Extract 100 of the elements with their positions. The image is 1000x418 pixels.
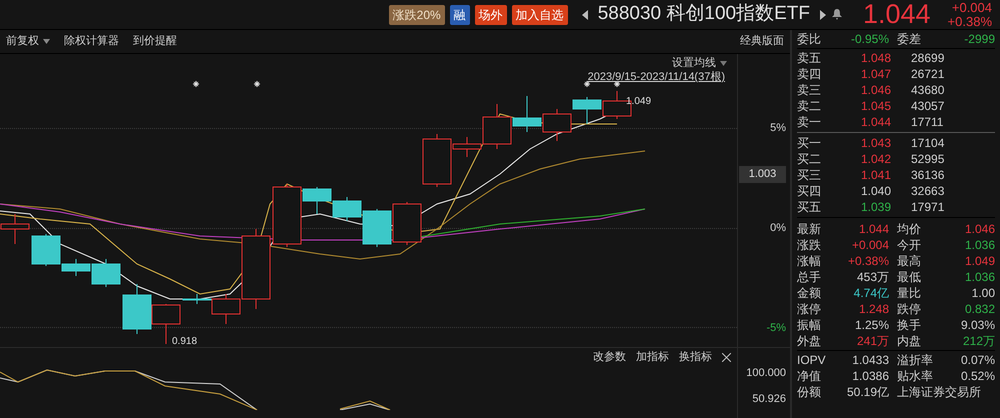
field-value: 241万 (856, 333, 889, 349)
candlestick (392, 202, 422, 246)
field-value: 1.036 (964, 269, 995, 285)
indicator-button[interactable]: 加指标 (636, 348, 669, 366)
asterisk-icon (584, 80, 590, 88)
layout-button[interactable]: 经典版面 (740, 33, 784, 50)
ask-price: 1.044 (860, 114, 891, 130)
tag-badge: 场外 (474, 4, 507, 24)
axis-label: 5% (770, 121, 786, 136)
field-label: 委比 (797, 31, 822, 47)
ask-price: 1.045 (860, 98, 891, 114)
asterisk-icon (254, 80, 260, 88)
field-label: 外盘 (797, 333, 822, 349)
field-label: 涨幅 (797, 253, 822, 269)
bid-volume: 17104 (910, 135, 946, 151)
ask-volume: 43680 (910, 82, 946, 98)
field-value: 9.03% (960, 317, 995, 333)
low-price-label: 0.918 (172, 335, 198, 349)
bid-volume: 36136 (910, 167, 946, 183)
bid-level-label: 买三 (797, 167, 822, 183)
next-arrow-icon[interactable] (818, 10, 827, 20)
security-title: 588030 科创100指数ETF (598, 2, 810, 26)
field-label: 最新 (797, 221, 822, 237)
field-value: 1.248 (858, 301, 889, 317)
field-value: -0.95% (850, 31, 889, 47)
field-value: -2999 (964, 31, 995, 47)
field-value: 1.25% (854, 317, 889, 333)
field-value: 1.046 (964, 221, 995, 237)
ask-level-label: 卖五 (797, 50, 822, 66)
bell-icon[interactable] (832, 9, 842, 20)
field-label: 最高 (896, 253, 922, 269)
tag-badge[interactable]: 加入自选 (512, 4, 568, 24)
candlestick (122, 284, 152, 334)
field-value: 1.0386 (851, 368, 889, 384)
close-icon[interactable] (722, 352, 731, 362)
field-label: IOPV (797, 352, 827, 368)
bid-price: 1.043 (860, 135, 891, 151)
ask-price: 1.046 (860, 82, 891, 98)
ask-price: 1.047 (860, 66, 891, 82)
field-label: 振幅 (797, 317, 822, 333)
bid-volume: 52995 (910, 151, 946, 167)
date-range-link[interactable]: 2023/9/15-2023/11/14(37根) (588, 69, 725, 86)
ask-volume: 43057 (910, 98, 946, 114)
field-label: 涨停 (797, 301, 822, 317)
toolbar-item[interactable]: 除权计算器 (64, 33, 119, 50)
field-label: 量比 (896, 285, 922, 301)
ma-settings-button[interactable]: 设置均线 (672, 55, 727, 72)
field-label: 最低 (896, 269, 922, 285)
field-label: 均价 (896, 221, 922, 237)
field-value: 0.52% (960, 368, 995, 384)
toolbar-item[interactable]: 到价提醒 (133, 33, 177, 50)
bid-volume: 17971 (910, 199, 946, 215)
bid-volume: 32663 (910, 183, 946, 199)
field-label: 溢折率 (896, 352, 934, 368)
ask-level-label: 卖二 (797, 98, 822, 114)
field-value: 0.832 (964, 301, 995, 317)
exchange-name: 上海证券交易所 (896, 384, 982, 400)
indicator-button[interactable]: 换指标 (679, 348, 712, 366)
bid-price: 1.042 (860, 151, 891, 167)
field-label: 涨跌 (797, 237, 822, 253)
indicator-button[interactable]: 改参数 (593, 348, 626, 366)
bid-level-label: 买五 (797, 199, 822, 215)
axis-label: 100.000 (746, 366, 786, 381)
field-value: +0.38% (846, 253, 889, 269)
axis-label: -5% (766, 321, 786, 336)
field-label: 委差 (896, 31, 922, 47)
field-value: 1.00 (970, 285, 995, 301)
field-label: 贴水率 (896, 368, 934, 384)
field-value: 1.049 (964, 253, 995, 269)
field-label: 内盘 (896, 333, 922, 349)
field-label: 净值 (797, 368, 822, 384)
axis-label: 0% (770, 221, 786, 236)
ask-level-label: 卖三 (797, 82, 822, 98)
caret-icon (720, 60, 727, 66)
asterisk-icon (614, 80, 620, 88)
field-value: 212万 (962, 333, 995, 349)
cursor-price-label: 1.003 (739, 166, 786, 182)
field-value: +0.004 (850, 237, 889, 253)
ask-volume: 17711 (910, 114, 944, 130)
bid-level-label: 买二 (797, 151, 822, 167)
ask-volume: 26721 (910, 66, 946, 82)
bid-level-label: 买一 (797, 135, 822, 151)
high-price-label: 1.049 (626, 95, 652, 109)
field-value: 4.74亿 (852, 285, 889, 301)
bid-price: 1.039 (860, 199, 891, 215)
field-value: 50.19亿 (846, 384, 889, 400)
field-label: 总手 (797, 269, 822, 285)
bid-price: 1.041 (860, 167, 891, 183)
field-value: 0.07% (960, 352, 995, 368)
candlestick (512, 96, 542, 132)
axis-label: 50.926 (752, 392, 786, 406)
toolbar-item[interactable]: 前复权 (6, 33, 50, 50)
candlestick (542, 108, 572, 142)
tag-badge: 涨跌20% (388, 4, 445, 24)
field-label: 金额 (797, 285, 822, 301)
ask-price: 1.048 (860, 50, 891, 66)
price-change: +0.004 (952, 0, 992, 14)
previous-arrow-icon[interactable] (580, 10, 589, 20)
field-value: 1.0433 (851, 352, 889, 368)
bid-level-label: 买四 (797, 183, 822, 199)
